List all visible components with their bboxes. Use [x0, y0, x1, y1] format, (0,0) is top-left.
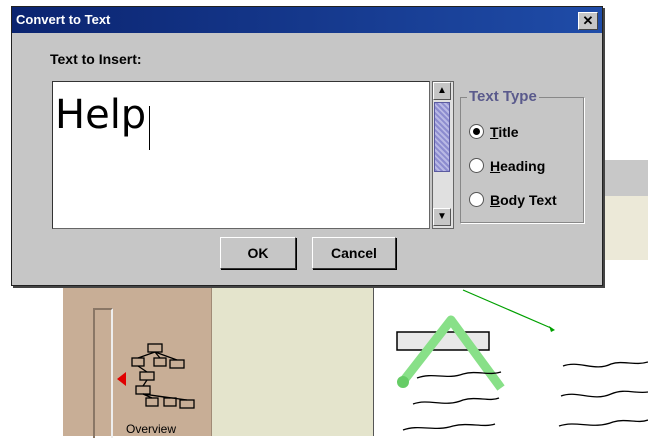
scroll-thumb[interactable]	[434, 102, 450, 172]
middle-panel	[211, 288, 374, 436]
sitemap-icon[interactable]	[118, 340, 208, 420]
radio-heading-label: eading	[500, 158, 546, 174]
text-to-insert-label: Text to Insert:	[50, 51, 142, 67]
text-caret	[149, 106, 150, 150]
radio-title-label: itle	[498, 124, 519, 140]
radio-unselected-icon[interactable]	[469, 158, 484, 173]
text-value: Help	[55, 92, 147, 138]
radio-heading[interactable]: Heading	[469, 158, 545, 174]
text-scrollbar[interactable]: ▲ ▼	[432, 81, 454, 229]
overview-slider-track[interactable]	[93, 308, 113, 438]
radio-title[interactable]: Title	[469, 124, 519, 140]
scroll-down-button[interactable]: ▼	[433, 208, 451, 226]
canvas-ink-strokes	[396, 289, 648, 431]
arrow-down-icon: ▼	[437, 211, 447, 222]
radio-unselected-icon[interactable]	[469, 192, 484, 207]
text-to-insert-input[interactable]: Help	[52, 81, 430, 229]
arrow-up-icon: ▲	[437, 85, 447, 96]
background-panel	[600, 196, 648, 260]
radio-body-text-label: ody Text	[500, 192, 557, 208]
text-type-group: Text Type Title Heading Body Text	[460, 88, 584, 223]
radio-selected-icon[interactable]	[469, 124, 484, 139]
radio-body-text[interactable]: Body Text	[469, 192, 557, 208]
overview-label: Overview	[126, 422, 177, 436]
mnemonic-b: B	[490, 192, 501, 208]
dialog-title: Convert to Text	[16, 12, 111, 27]
scroll-up-button[interactable]: ▲	[433, 82, 451, 100]
cancel-button[interactable]: Cancel	[312, 237, 396, 269]
ok-button[interactable]: OK	[220, 237, 296, 269]
close-icon: ✕	[582, 13, 594, 28]
red-pointer-icon	[117, 372, 126, 386]
mnemonic-h: H	[490, 158, 501, 174]
background-toolbar	[600, 160, 648, 196]
title-bar[interactable]: Convert to Text ✕	[12, 7, 602, 33]
close-button[interactable]: ✕	[578, 12, 598, 30]
convert-to-text-dialog: Convert to Text ✕ Text to Insert: Help ▲…	[11, 6, 603, 286]
text-type-legend: Text Type	[467, 88, 539, 105]
